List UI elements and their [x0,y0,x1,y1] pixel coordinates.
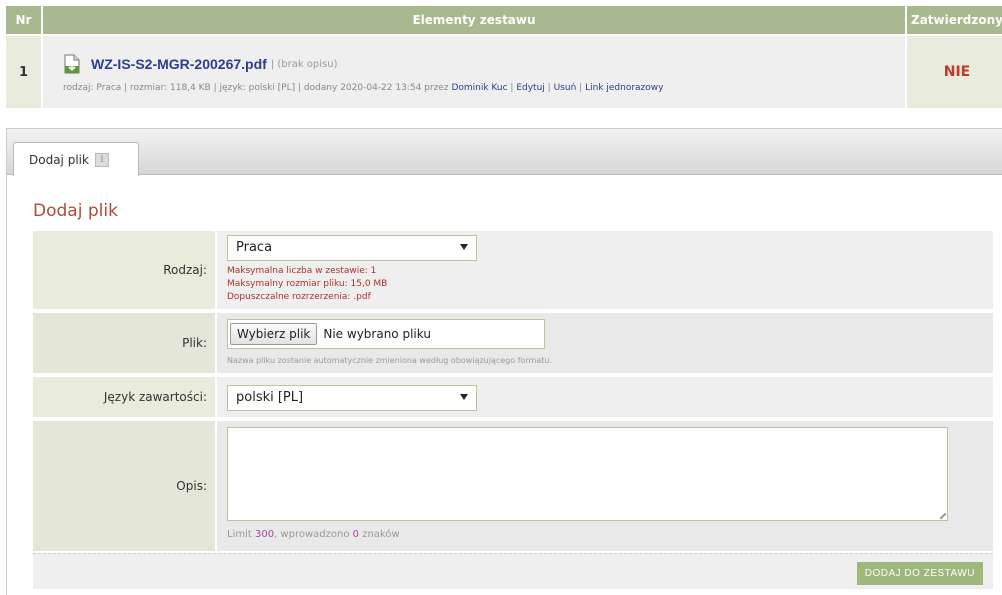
tab-strip: Dodaj plik i [7,129,1002,176]
description-label: Opis: [33,421,215,551]
file-input[interactable]: Wybierz plik Nie wybrano pliku [227,319,545,349]
choose-file-button[interactable]: Wybierz plik [230,323,318,345]
approved-status: NIE [907,36,1002,108]
add-file-panel: Dodaj plik i Dodaj plik Rodzaj: Praca Ma… [6,128,1002,595]
file-description: | (brak opisu) [270,58,338,70]
language-field: polski [PL] [215,377,993,417]
counter-suffix: znaków [362,529,400,540]
page-title: Dodaj plik [33,201,118,221]
form-row-description: Opis: Limit 300, wprowadzono 0 znaków [33,421,993,551]
column-header-approved: Zatwierdzony [907,6,1002,34]
limit-prefix: Limit [227,529,252,540]
allowed-ext-note: Dopuszczalne rozrzerzenia: .pdf [227,292,371,302]
resize-handle-icon[interactable] [935,508,947,520]
form-row-file: Plik: Wybierz plik Nie wybrano pliku Naz… [33,313,993,375]
file-meta-text: rodzaj: Praca | rozmiar: 118,4 KB | języ… [63,83,449,93]
form-row-language: Język zawartości: polski [PL] [33,377,993,419]
file-line: WZ-IS-S2-MGR-200267.pdf | (brak opisu) [63,54,338,74]
language-select[interactable]: polski [PL] [227,385,477,411]
chevron-down-icon [460,244,468,250]
file-label: Plik: [33,313,215,373]
description-textarea[interactable] [227,427,948,521]
description-field: Limit 300, wprowadzono 0 znaków [215,421,993,551]
type-label: Rodzaj: [33,231,215,309]
entered-prefix: , wprowadzono [274,529,350,540]
max-size-note: Maksymalny rozmiar pliku: 15,0 MB [227,279,388,289]
file-status: Nie wybrano pliku [323,327,431,341]
info-icon[interactable]: i [94,152,109,167]
language-label: Język zawartości: [33,377,215,417]
author-link[interactable]: Dominik Kuc [451,83,507,93]
column-header-elements: Elementy zestawu [43,6,905,34]
tab-label: Dodaj plik [29,152,89,167]
type-field: Praca Maksymalna liczba w zestawie: 1 Ma… [215,231,993,309]
type-select-value: Praca [236,240,273,255]
language-select-value: polski [PL] [236,390,304,405]
limit-value: 300 [254,529,275,540]
chevron-down-icon [460,394,468,400]
onetime-link[interactable]: Link jednorazowy [585,83,663,93]
meta-separator: | [547,83,551,93]
edit-link[interactable]: Edytuj [516,83,544,93]
file-name-link[interactable]: WZ-IS-S2-MGR-200267.pdf [91,56,267,72]
entered-value: 0 [352,529,360,540]
delete-link[interactable]: Usuń [554,83,577,93]
pdf-download-icon[interactable] [63,54,81,74]
meta-separator: | [579,83,583,93]
tab-add-file[interactable]: Dodaj plik i [13,142,139,176]
type-select[interactable]: Praca [227,235,477,261]
column-header-nr: Nr [6,6,41,34]
submit-row: DODAJ DO ZESTAWU [33,553,993,589]
max-count-note: Maksymalna liczba w zestawie: 1 [227,266,377,276]
add-to-set-button[interactable]: DODAJ DO ZESTAWU [856,562,983,585]
form-row-type: Rodzaj: Praca Maksymalna liczba w zestaw… [33,231,993,311]
file-field: Wybierz plik Nie wybrano pliku Nazwa pli… [215,313,993,373]
file-hint: Nazwa pliku zostanie automatycznie zmien… [227,356,552,365]
row-number: 1 [6,36,41,108]
meta-separator: | [510,83,514,93]
file-meta: rodzaj: Praca | rozmiar: 118,4 KB | języ… [63,83,663,93]
file-cell: WZ-IS-S2-MGR-200267.pdf | (brak opisu) r… [43,36,905,108]
char-counter: Limit 300, wprowadzono 0 znaków [227,529,400,540]
